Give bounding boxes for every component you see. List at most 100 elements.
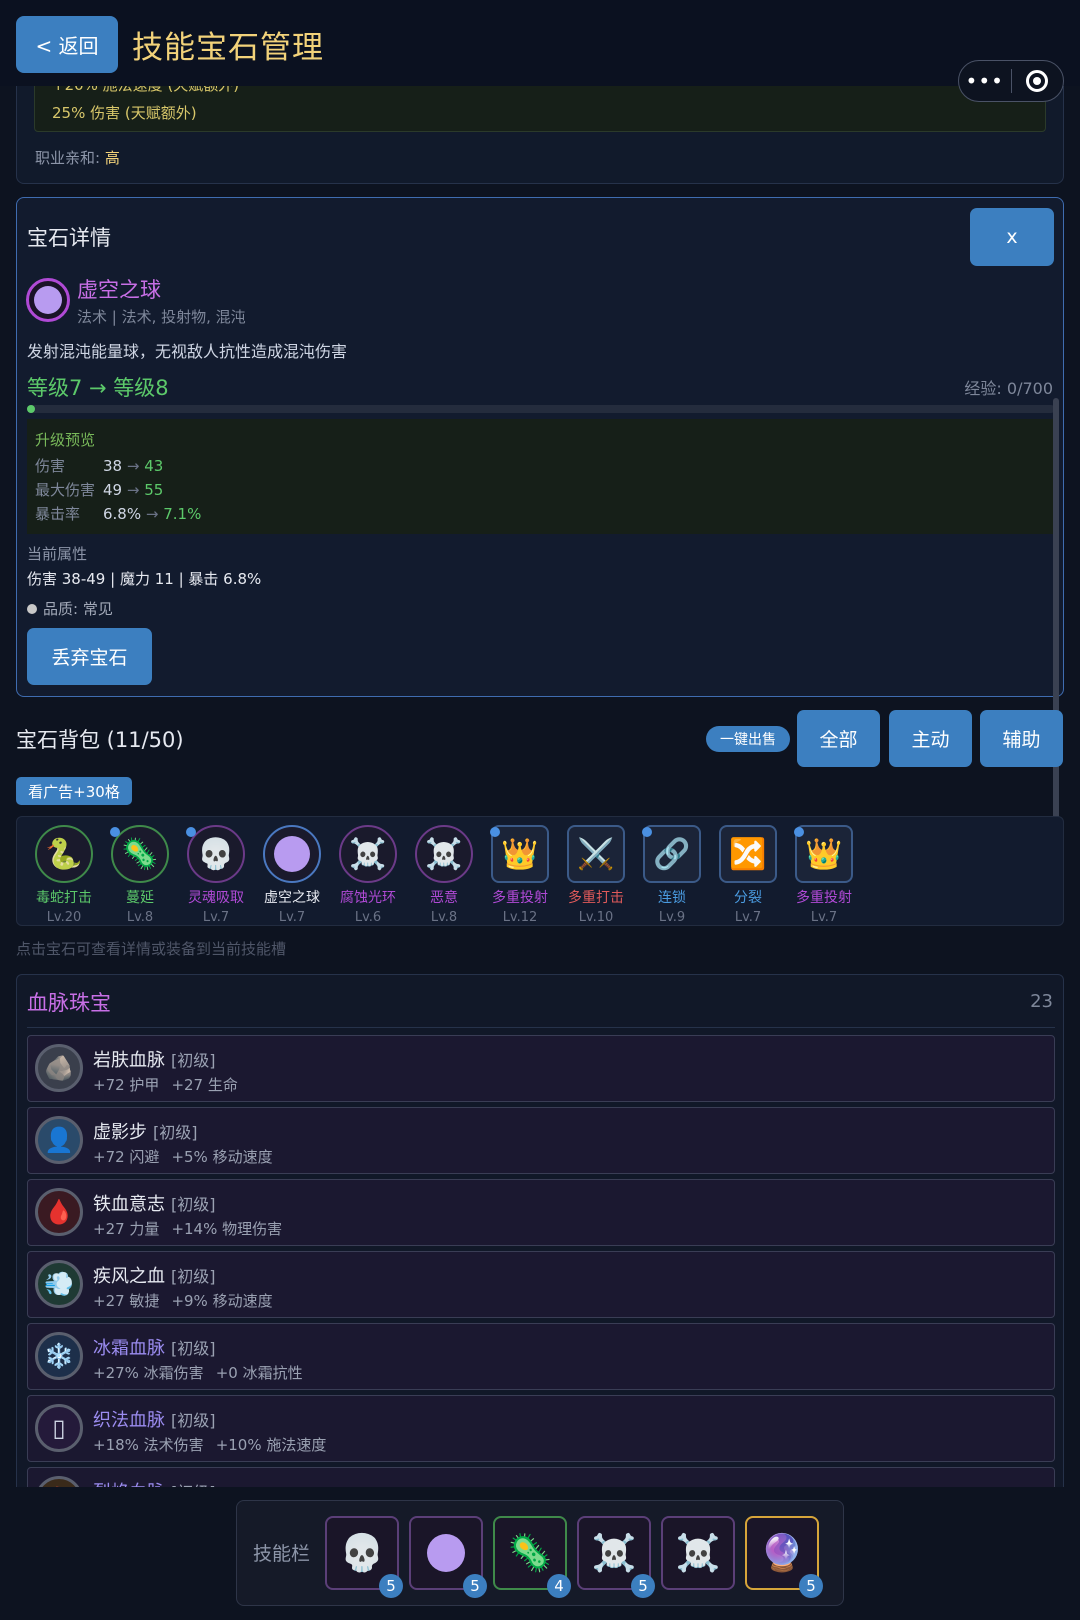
page-header: < 返回 技能宝石管理 [0, 0, 1080, 86]
bloodline-name: 冰霜血脉 [初级] [93, 1338, 216, 1359]
preview-old: 38 [103, 457, 123, 475]
gem-detail-panel: 宝石详情 x 虚空之球 法术 | 法术, 投射物, 混沌 发射混沌能量球，无视敌… [16, 197, 1064, 697]
skill-slot[interactable]: 🔮 5 [745, 1516, 823, 1598]
gem-quality: 品质: 常见 [27, 598, 113, 619]
exp-progress-fill [27, 405, 35, 413]
gem-item[interactable]: 虚空之球 Lv.7 [257, 825, 327, 925]
bloodline-name: 虚影步 [初级] [93, 1122, 198, 1143]
close-program-icon[interactable] [1011, 70, 1063, 92]
gem-icon: ☠️ [339, 825, 397, 883]
level-upgrade: 等级7 → 等级8 [27, 376, 169, 400]
bloodline-tier: [初级] [171, 1195, 216, 1214]
skill-slot-icon: ☠️ [591, 1533, 637, 1574]
gem-icon: ⚔️ [567, 825, 625, 883]
gem-item[interactable]: 🦠 蔓延 Lv.8 [105, 825, 175, 925]
bloodline-stats: +27 敏捷 +9% 移动速度 [93, 1292, 273, 1310]
gem-tags: 法术 | 法术, 投射物, 混沌 [77, 308, 246, 326]
slot-count-badge: 5 [379, 1574, 403, 1598]
support-indicator-dot [490, 827, 500, 837]
bloodline-icon: 🩸 [35, 1188, 83, 1236]
skillbar-label: 技能栏 [253, 1543, 311, 1565]
quality-text: 品质: 常见 [43, 600, 113, 618]
support-indicator-dot [642, 827, 652, 837]
bloodline-tier: [初级] [171, 1411, 216, 1430]
exp-text: 经验: 0/700 [964, 379, 1053, 398]
gem-description: 发射混沌能量球，无视敌人抗性造成混沌伤害 [27, 342, 348, 361]
preview-new: 7.1% [163, 505, 202, 523]
more-menu-icon[interactable]: ••• [959, 69, 1011, 93]
bloodline-icon: 💨 [35, 1260, 83, 1308]
bloodline-count: 23 [1030, 991, 1053, 1012]
skill-slot[interactable]: 💀 5 [325, 1516, 403, 1598]
slot-count-badge: 4 [547, 1574, 571, 1598]
preview-label: 最大伤害 [35, 481, 96, 499]
preview-title: 升级预览 [35, 431, 96, 449]
slot-count-badge: 5 [463, 1574, 487, 1598]
bloodline-name: 疾风之血 [初级] [93, 1266, 216, 1287]
bloodline-stats: +27% 冰霜伤害 +0 冰霜抗性 [93, 1364, 303, 1382]
gem-item[interactable]: 💀 灵魂吸取 Lv.7 [181, 825, 251, 925]
bloodline-item[interactable]: 💨 疾风之血 [初级] +27 敏捷 +9% 移动速度 [27, 1251, 1055, 1318]
gem-icon: 🔀 [719, 825, 777, 883]
filter-active-button[interactable]: 主动 [889, 710, 972, 767]
skill-slot[interactable]: ☠️ [661, 1516, 735, 1590]
bloodline-icon: 👤 [35, 1116, 83, 1164]
bloodline-item[interactable]: 🪨 岩肤血脉 [初级] +72 护甲 +27 生命 [27, 1035, 1055, 1102]
back-button[interactable]: < 返回 [16, 16, 118, 73]
preview-new: 43 [144, 457, 164, 475]
preview-row-damage: 伤害 38 → 43 [35, 455, 163, 476]
sell-all-button[interactable]: 一键出售 [706, 726, 790, 752]
skill-slot[interactable]: 🦠 4 [493, 1516, 571, 1598]
bloodline-stats: +27 力量 +14% 物理伤害 [93, 1220, 283, 1238]
bloodline-name: 铁血意志 [初级] [93, 1194, 216, 1215]
support-indicator-dot [186, 827, 196, 837]
gem-inventory-list: 🐍 毒蛇打击 Lv.20 🦠 蔓延 Lv.8 💀 灵魂吸取 Lv.7 虚空之球 Lv.7 ☠️ 腐蚀光环… [16, 816, 1064, 926]
upgrade-preview: 升级预览 伤害 38 → 43 最大伤害 49 → 55 暴击率 6.8% → 7.1… [27, 419, 1055, 534]
bloodline-item[interactable]: 👤 虚影步 [初级] +72 闪避 +5% 移动速度 [27, 1107, 1055, 1174]
gem-item[interactable]: 🔗 连锁 Lv.9 [637, 825, 707, 925]
gem-icon: ☠️ [415, 825, 473, 883]
bloodline-stats: +72 闪避 +5% 移动速度 [93, 1148, 273, 1166]
filter-support-button[interactable]: 辅助 [980, 710, 1063, 767]
arrow-icon: → [126, 457, 140, 475]
watch-ad-button[interactable]: 看广告+30格 [16, 777, 132, 805]
discard-gem-button[interactable]: 丢弃宝石 [27, 628, 152, 685]
gem-item[interactable]: ☠️ 恶意 Lv.8 [409, 825, 479, 925]
filter-all-button[interactable]: 全部 [797, 710, 880, 767]
skill-slot[interactable]: ☠️ 5 [577, 1516, 655, 1598]
close-button[interactable]: x [970, 208, 1054, 266]
bloodline-name: 织法血脉 [初级] [93, 1410, 216, 1431]
gem-item[interactable]: ☠️ 腐蚀光环 Lv.6 [333, 825, 403, 925]
bloodline-item[interactable]: ▯ 织法血脉 [初级] +18% 法术伤害 +10% 施法速度 [27, 1395, 1055, 1462]
divider [27, 1027, 1055, 1028]
bloodline-tier: [初级] [171, 1051, 216, 1070]
slot-count-badge: 5 [799, 1574, 823, 1598]
detail-title: 宝石详情 [27, 226, 111, 250]
bloodline-tier: [初级] [153, 1123, 198, 1142]
gem-item[interactable]: ⚔️ 多重打击 Lv.10 [561, 825, 631, 925]
bloodline-icon: ▯ [35, 1404, 83, 1452]
void-orb-icon [26, 278, 70, 322]
gem-item[interactable]: 👑 多重投射 Lv.12 [485, 825, 555, 925]
skill-slot[interactable]: 5 [409, 1516, 487, 1598]
support-indicator-dot [110, 827, 120, 837]
bloodline-name: 岩肤血脉 [初级] [93, 1050, 216, 1071]
bloodline-stats: +18% 法术伤害 +10% 施法速度 [93, 1436, 327, 1454]
current-stats-title: 当前属性 [27, 545, 88, 563]
preview-row-max-damage: 最大伤害 49 → 55 [35, 479, 163, 500]
inventory-title: 宝石背包 (11/50) [16, 728, 184, 752]
quality-dot-icon [27, 603, 37, 614]
gem-item[interactable]: 🐍 毒蛇打击 Lv.20 [29, 825, 99, 925]
preview-old: 49 [103, 481, 123, 499]
inventory-hint: 点击宝石可查看详情或装备到当前技能槽 [16, 940, 287, 958]
gem-icon [263, 825, 321, 883]
gem-item[interactable]: 👑 多重投射 Lv.7 [789, 825, 859, 925]
bloodline-tier: [初级] [171, 1339, 216, 1358]
bloodline-item[interactable]: ❄️ 冰霜血脉 [初级] +27% 冰霜伤害 +0 冰霜抗性 [27, 1323, 1055, 1390]
bloodline-jewel-panel: 血脉珠宝 23 🪨 岩肤血脉 [初级] +72 护甲 +27 生命 👤 虚影步 [初级] +72… [16, 974, 1064, 1494]
bloodline-item[interactable]: 🩸 铁血意志 [初级] +27 力量 +14% 物理伤害 [27, 1179, 1055, 1246]
arrow-icon: → [126, 481, 140, 499]
exp-progress-bar [27, 405, 1055, 413]
talent-line: 25% 伤害 (天赋额外) [52, 104, 197, 122]
gem-item[interactable]: 🔀 分裂 Lv.7 [713, 825, 783, 925]
